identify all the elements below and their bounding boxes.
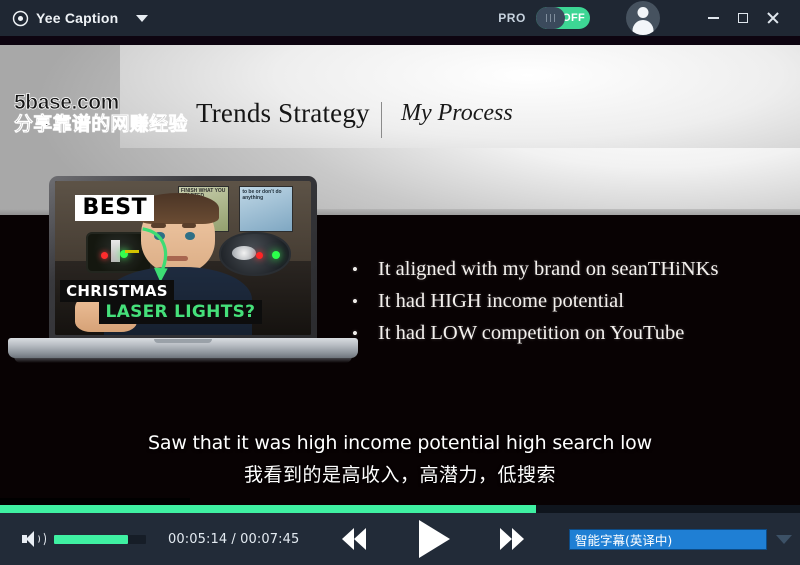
title-bar: Yee Caption PRO OFF [0,0,800,36]
play-icon[interactable] [418,520,450,558]
forward-triangle-1 [499,528,512,550]
list-item: • It had HIGH income potential [352,290,718,313]
player-control-bar: 00:05:14 / 00:07:45 智能字幕(英译中) [0,513,800,565]
laptop-screen: FINISH WHAT YOU STARTED to be or don't d… [55,181,311,335]
record-circle-icon [12,10,29,26]
watermark-line-2: 分享靠谱的网赚经验 [14,114,188,136]
poster-right: to be or don't do anything [239,185,294,232]
caption-overlay: Saw that it was high income potential hi… [0,432,800,487]
bullet-text: It had HIGH income potential [378,290,624,312]
app-window: Yee Caption PRO OFF Trends Strategy My P… [0,0,800,565]
slide-title-divider [381,102,383,138]
pro-toggle[interactable]: OFF [536,7,590,29]
avatar-head [637,7,649,18]
rewind-triangle-1 [341,528,354,550]
subtitle-select-value[interactable]: 智能字幕(英译中) [569,528,768,550]
slide-top-strip [0,36,800,45]
fast-forward-icon[interactable] [496,528,530,550]
slide-title: Trends Strategy [196,98,370,128]
slide-dark-patch [0,498,190,505]
caption-chinese: 我看到的是高收入，高潜力，低搜索 [243,464,556,486]
watermark-line-1: 5base.com [14,91,120,114]
laser-left-strip [111,239,121,262]
bullet-glyph: • [352,324,358,343]
youtube-thumbnail: FINISH WHAT YOU STARTED to be or don't d… [55,181,311,335]
slide-header-band-extension [120,36,800,148]
laser-device-right [218,231,291,277]
minimize-button[interactable] [700,5,726,31]
laptop-lid: FINISH WHAT YOU STARTED to be or don't d… [49,176,317,343]
caption-english: Saw that it was high income potential hi… [148,432,652,454]
thumbnail-tag-christmas: CHRISTMAS [60,279,174,302]
volume-slider[interactable] [54,534,146,544]
presentation-slide: Trends Strategy My Process 5base.com 分享靠… [0,36,800,505]
forward-triangle-2 [511,528,524,550]
laptop-base [8,338,358,358]
bullet-text: It had LOW competition on YouTube [378,322,685,344]
volume-speaker-cone [26,531,34,547]
volume-icon[interactable] [22,530,46,548]
chevron-down-icon[interactable] [776,534,793,544]
progress-bar-fill [0,505,536,513]
pro-toggle-knob [536,7,565,29]
laser-left-red-dot [101,251,109,259]
maximize-button[interactable] [730,5,756,31]
video-stage[interactable]: Trends Strategy My Process 5base.com 分享靠… [0,36,800,505]
laser-right-red-dot [256,251,264,259]
bullet-text: It aligned with my brand on seanTHiNKs [378,258,719,280]
volume-wave-outer [37,531,46,547]
avatar-body [632,20,654,35]
close-button[interactable] [760,5,786,31]
minimize-icon [707,17,719,19]
slide-bullet-list: • It aligned with my brand on seanTHiNKs… [352,258,718,354]
volume-slider-fill [54,534,128,544]
bullet-glyph: • [352,292,358,311]
thumbnail-tag-best: BEST [75,194,155,221]
time-display: 00:05:14 / 00:07:45 [168,531,300,547]
rewind-icon[interactable] [339,528,373,550]
pro-label: PRO [498,11,526,25]
chevron-down-icon[interactable] [136,14,149,22]
list-item: • It had LOW competition on YouTube [352,322,718,345]
user-avatar-icon[interactable] [626,1,660,35]
laser-right-green-dot [272,251,281,260]
app-title: Yee Caption [36,10,119,26]
progress-bar[interactable] [0,505,800,513]
thumbnail-tag-laser: LASER LIGHTS? [98,299,263,324]
rewind-triangle-2 [353,528,366,550]
close-icon [767,12,779,24]
maximize-icon [738,13,748,23]
laptop-mockup: FINISH WHAT YOU STARTED to be or don't d… [8,176,358,371]
pro-toggle-state: OFF [562,12,585,24]
slide-subtitle: My Process [401,100,513,126]
laser-right-lens [231,246,256,260]
watermark: 5base.com 分享靠谱的网赚经验 [14,91,188,136]
subtitle-track-select[interactable]: 智能字幕(英译中) [569,528,793,550]
list-item: • It aligned with my brand on seanTHiNKs [352,258,718,281]
bullet-glyph: • [352,260,358,279]
